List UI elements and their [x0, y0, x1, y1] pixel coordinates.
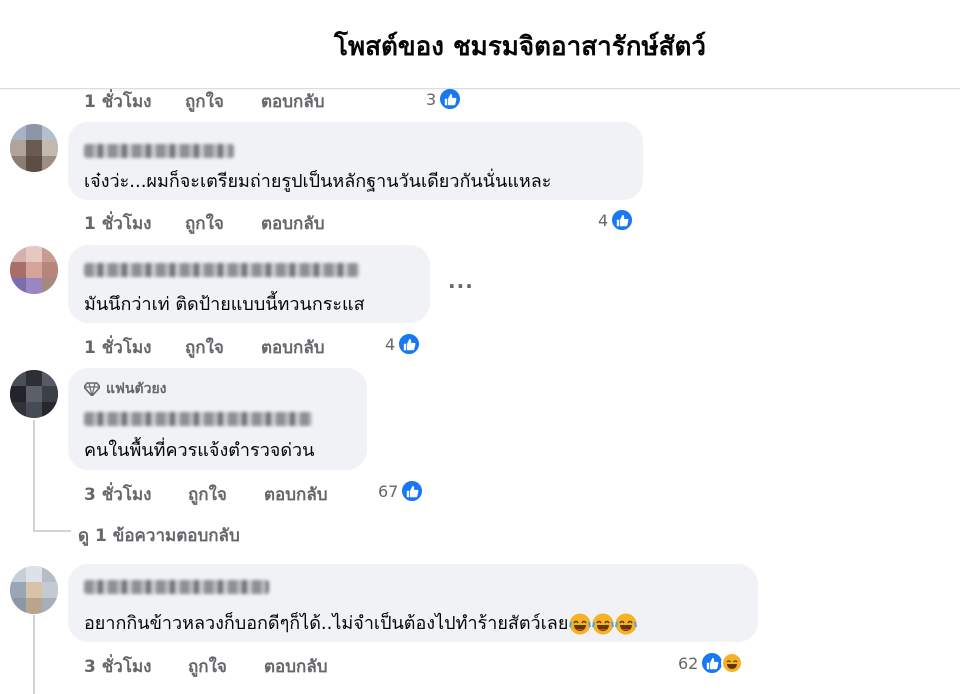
comment-text: คนในพื้นที่ควรแจ้งตำรวจด่วน: [84, 440, 315, 461]
author-name-redacted[interactable]: [84, 144, 234, 158]
reaction-count-number: 4: [598, 210, 609, 230]
thumbs-up-icon: [397, 332, 422, 356]
comment-time[interactable]: 3 ชั่วโมง: [84, 653, 151, 680]
comment-bubble: มันนึกว่าเท่ ติดป้ายแบบนี้ทวนกระแส: [68, 245, 430, 323]
laughing-emoji-icon: [569, 613, 592, 635]
comment-text: เจ๋งว่ะ...ผมก็จะเตรียมถ่ายรูปเป็นหลักฐาน…: [84, 171, 552, 192]
reaction-count[interactable]: 4: [385, 332, 422, 356]
comment-time[interactable]: 1 ชั่วโมง: [84, 88, 151, 115]
reaction-count[interactable]: 62: [678, 651, 744, 675]
reaction-count-number: 67: [378, 481, 399, 501]
thread-line: [33, 420, 35, 530]
comment-time[interactable]: 3 ชั่วโมง: [84, 481, 151, 508]
comment-text: มันนึกว่าเท่ ติดป้ายแบบนี้ทวนกระแส: [84, 294, 365, 315]
reply-button[interactable]: ตอบกลับ: [261, 334, 325, 361]
laughing-emoji-icon: [721, 652, 744, 674]
reaction-count[interactable]: 4: [598, 208, 635, 232]
reaction-count[interactable]: 67: [378, 479, 425, 503]
laughing-emoji-icon: [615, 613, 638, 635]
thumbs-up-icon: [438, 87, 463, 111]
author-name-redacted[interactable]: [84, 412, 312, 426]
comment-meta-row: 1 ชั่วโมง ถูกใจ ตอบกลับ: [84, 334, 484, 358]
comment-meta-row: 3 ชั่วโมง ถูกใจ ตอบกลับ: [84, 653, 484, 677]
like-button[interactable]: ถูกใจ: [185, 88, 224, 115]
reaction-count-number: 62: [678, 653, 699, 673]
comment-time[interactable]: 1 ชั่วโมง: [84, 334, 151, 361]
comment-meta-row: 1 ชั่วโมง ถูกใจ ตอบกลับ: [84, 210, 484, 234]
post-header: โพสต์ของ ชมรมจิตอาสารักษ์สัตว์: [0, 0, 960, 89]
thumbs-up-icon: [610, 208, 635, 232]
reaction-count[interactable]: 3: [426, 87, 463, 111]
avatar[interactable]: [10, 246, 58, 294]
reply-button[interactable]: ตอบกลับ: [261, 88, 325, 115]
reaction-count-number: 3: [426, 89, 437, 109]
comment-bubble: อยากกินข้าวหลวงก็บอกดีๆก็ได้..ไม่จำเป็นต…: [68, 564, 758, 642]
author-name-redacted[interactable]: [84, 263, 359, 277]
avatar[interactable]: [10, 124, 58, 172]
thread-line: [33, 615, 35, 694]
like-button[interactable]: ถูกใจ: [185, 210, 224, 237]
diamond-icon: [84, 382, 100, 396]
reaction-count-number: 4: [385, 334, 396, 354]
comment-bubble: เจ๋งว่ะ...ผมก็จะเตรียมถ่ายรูปเป็นหลักฐาน…: [68, 122, 643, 200]
more-options-icon[interactable]: ···: [448, 274, 474, 298]
thread-line: [33, 530, 71, 532]
comment-time[interactable]: 1 ชั่วโมง: [84, 210, 151, 237]
reply-button[interactable]: ตอบกลับ: [264, 481, 328, 508]
page-title: โพสต์ของ ชมรมจิตอาสารักษ์สัตว์: [334, 32, 706, 62]
comment-meta-row: 1 ชั่วโมง ถูกใจ ตอบกลับ: [84, 88, 484, 112]
author-name-redacted[interactable]: [84, 580, 269, 594]
like-button[interactable]: ถูกใจ: [188, 653, 227, 680]
comment-bubble: แฟนตัวยง คนในพื้นที่ควรแจ้งตำรวจด่วน: [68, 368, 367, 470]
badge-label: แฟนตัวยง: [106, 381, 167, 397]
top-fan-badge: แฟนตัวยง: [84, 378, 167, 400]
view-replies-link[interactable]: ดู 1 ข้อความตอบกลับ: [78, 522, 240, 549]
avatar[interactable]: [10, 370, 58, 418]
comment-text-body: อยากกินข้าวหลวงก็บอกดีๆก็ได้..ไม่จำเป็นต…: [84, 613, 569, 634]
thumbs-up-icon: [400, 479, 425, 503]
like-button[interactable]: ถูกใจ: [185, 334, 224, 361]
comment-text: อยากกินข้าวหลวงก็บอกดีๆก็ได้..ไม่จำเป็นต…: [84, 608, 638, 637]
reply-button[interactable]: ตอบกลับ: [261, 210, 325, 237]
avatar[interactable]: [10, 566, 58, 614]
like-button[interactable]: ถูกใจ: [188, 481, 227, 508]
laughing-emoji-icon: [592, 613, 615, 635]
reply-button[interactable]: ตอบกลับ: [264, 653, 328, 680]
